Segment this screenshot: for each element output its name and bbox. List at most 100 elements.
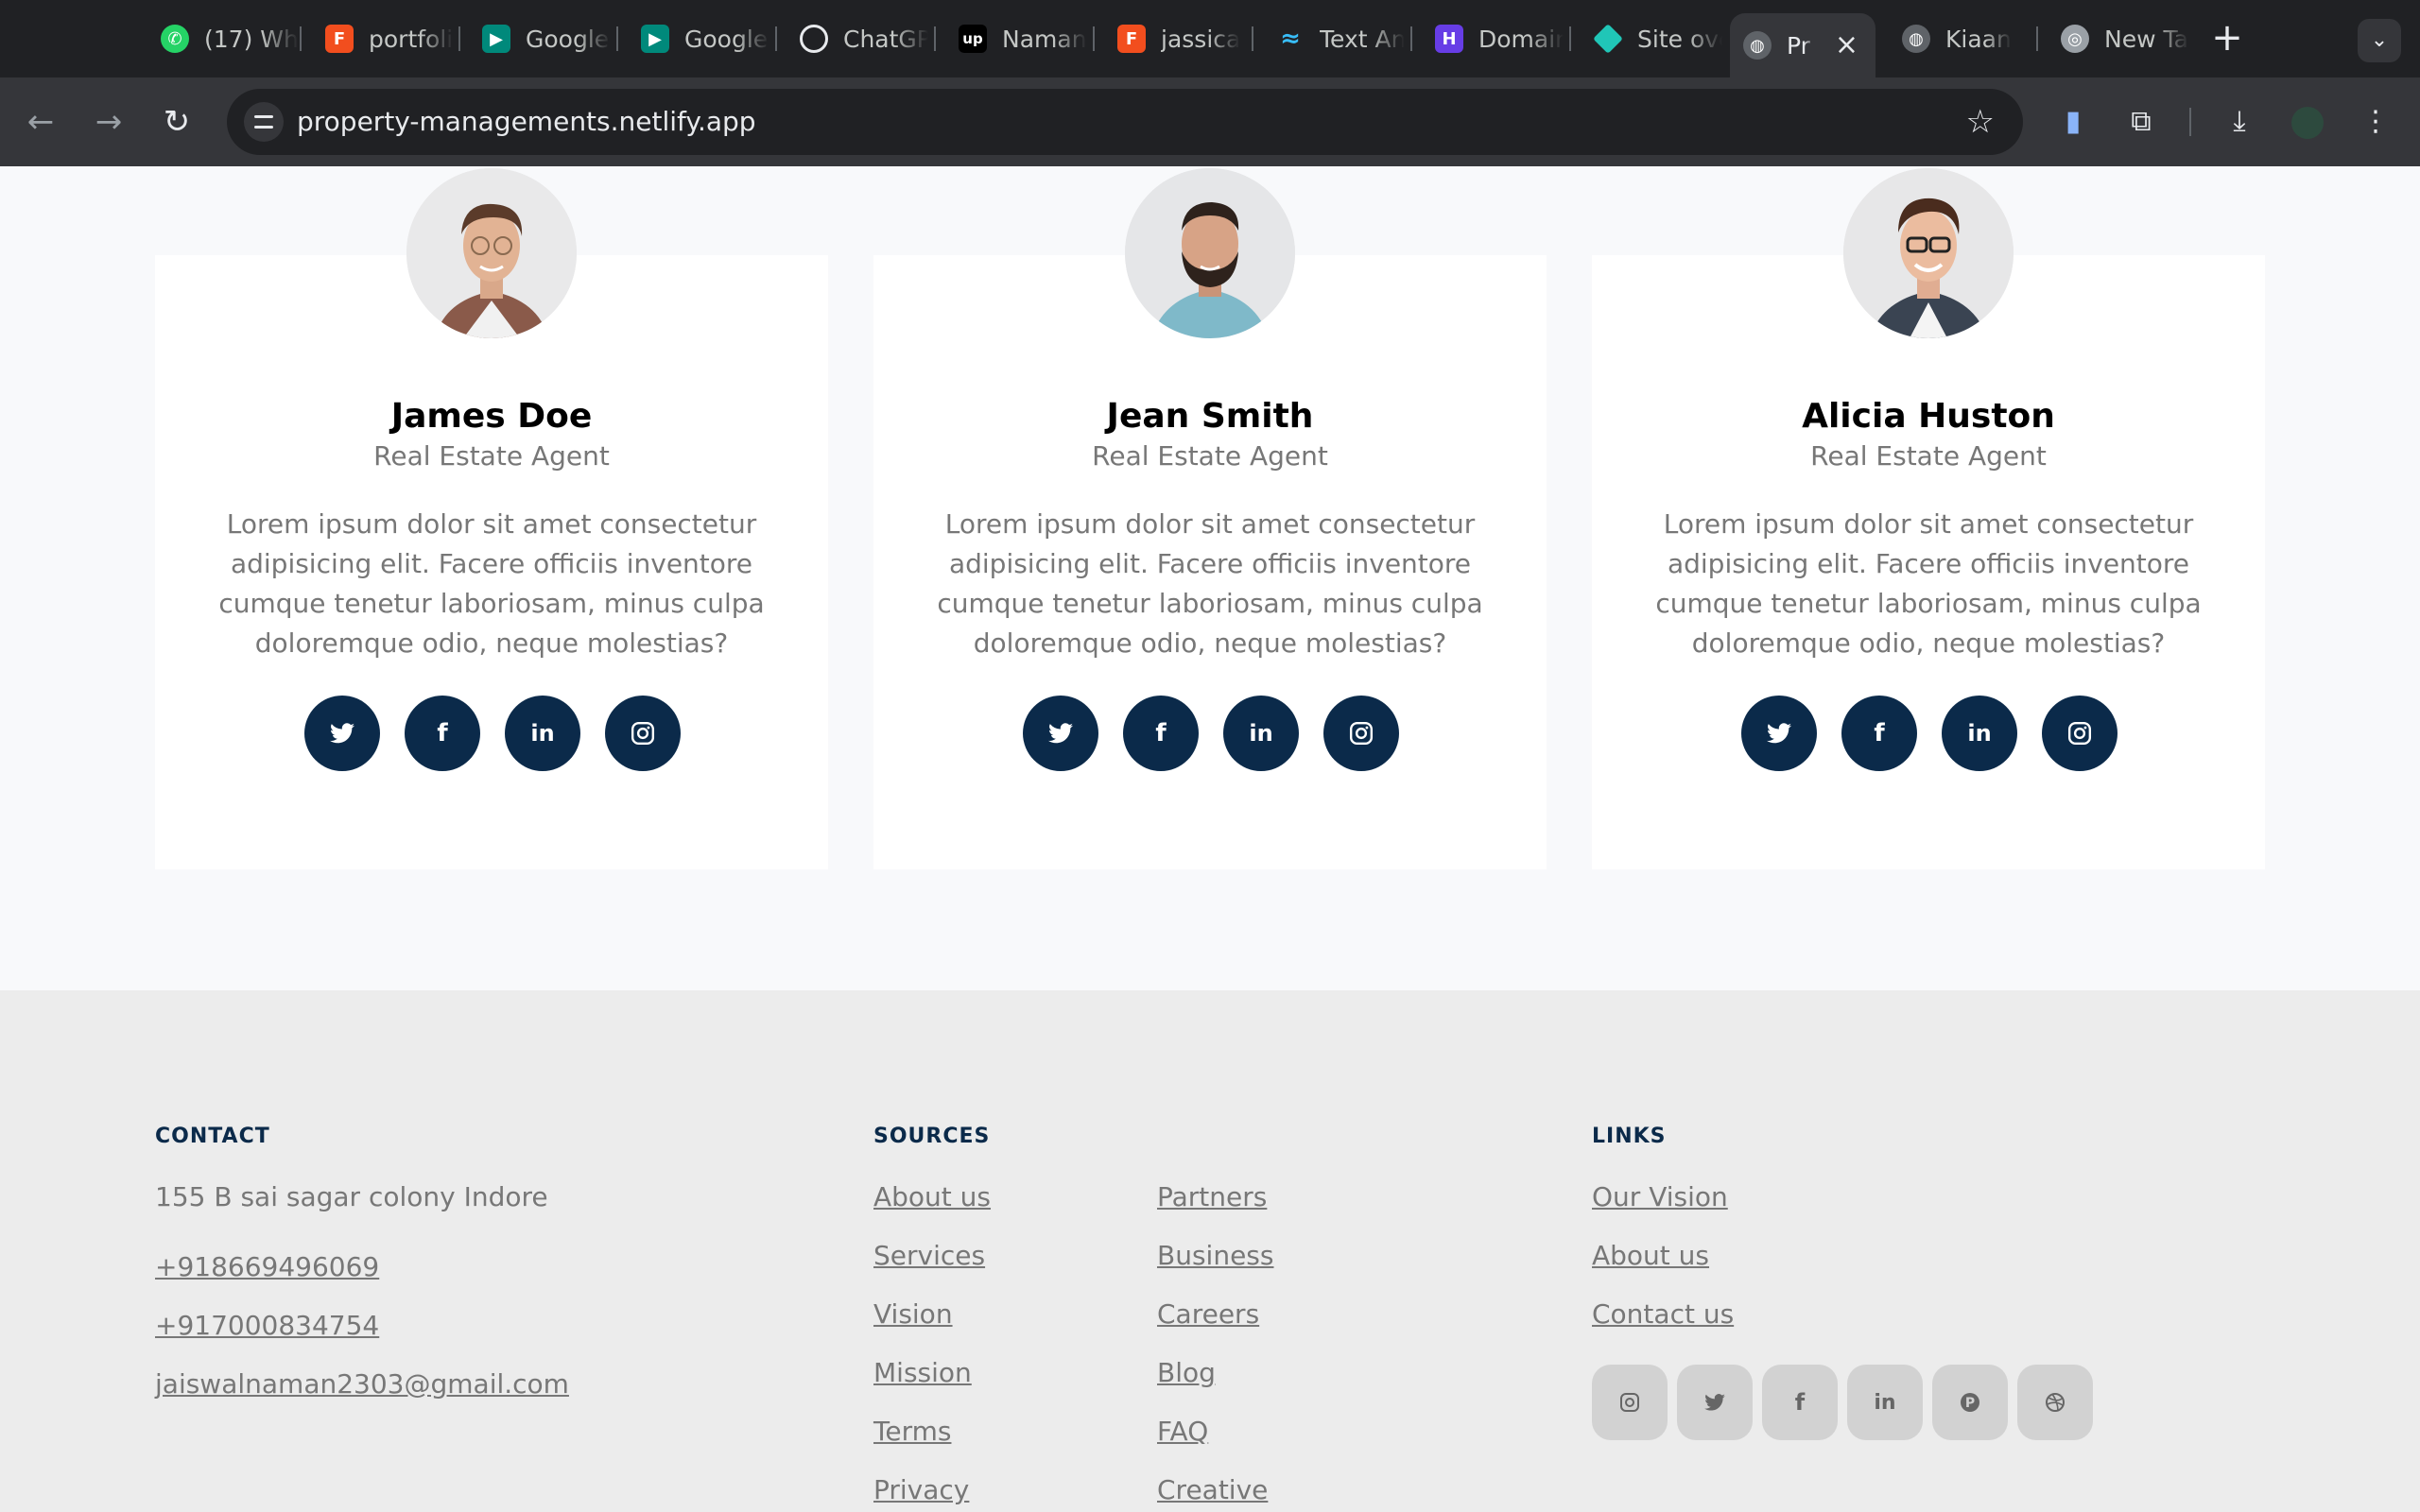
- profile-avatar-icon[interactable]: [2286, 100, 2329, 144]
- tab-jassica[interactable]: F jassica: [1104, 13, 1246, 64]
- footer-link-privacy[interactable]: Privacy: [873, 1474, 969, 1505]
- tab-label: portfolio: [369, 25, 454, 53]
- pinterest-icon[interactable]: P: [1932, 1365, 2008, 1440]
- tab-separator: [2036, 26, 2038, 51]
- site-settings-icon[interactable]: [244, 102, 284, 142]
- footer-link-our-vision[interactable]: Our Vision: [1592, 1181, 1728, 1212]
- browser-tab-strip: ✆ (17) WhatsApp F portfolio ▶ Google Mee…: [0, 0, 2420, 77]
- site-footer: CONTACT 155 B sai sagar colony Indore +9…: [0, 990, 2420, 1512]
- agent-bio: Lorem ipsum dolor sit amet consectetur a…: [1655, 508, 2202, 659]
- linkedin-icon[interactable]: in: [1847, 1365, 1923, 1440]
- tab-separator: [616, 26, 618, 51]
- tab-separator: [1410, 26, 1412, 51]
- figma-icon: F: [1117, 25, 1146, 53]
- tab-label: ChatGPT: [843, 25, 928, 53]
- footer-link-about-us-2[interactable]: About us: [1592, 1240, 1709, 1271]
- tab-separator: [1252, 26, 1253, 51]
- tab-portfolio[interactable]: F portfolio: [312, 13, 454, 64]
- facebook-icon[interactable]: f: [1123, 696, 1199, 771]
- footer-link-blog[interactable]: Blog: [1157, 1357, 1216, 1388]
- figma-icon: F: [325, 25, 354, 53]
- netlify-icon: [1593, 24, 1623, 54]
- close-tab-icon[interactable]: ×: [1835, 31, 1858, 60]
- new-tab-plus-icon[interactable]: +: [2208, 17, 2246, 59]
- footer-link-faq[interactable]: FAQ: [1157, 1416, 1208, 1447]
- extensions-puzzle-icon[interactable]: ⧉: [2119, 100, 2163, 144]
- footer-link-contact-us[interactable]: Contact us: [1592, 1298, 1734, 1330]
- twitter-icon[interactable]: [1677, 1365, 1753, 1440]
- browser-toolbar: ← → ↻ property-managements.netlify.app ☆…: [0, 77, 2420, 166]
- tab-domain[interactable]: H Domain: [1422, 13, 1564, 64]
- linkedin-icon[interactable]: in: [1942, 696, 2017, 771]
- reload-icon[interactable]: ↻: [155, 100, 199, 144]
- tab-site-overview[interactable]: Site overview: [1581, 13, 1722, 64]
- url-text[interactable]: property-managements.netlify.app: [297, 89, 756, 155]
- tab-label: (17) WhatsApp: [204, 25, 299, 53]
- tab-google-meet-1[interactable]: ▶ Google Meet: [469, 13, 611, 64]
- agent-card: Jean Smith Real Estate Agent Lorem ipsum…: [873, 168, 1547, 869]
- upwork-icon: up: [959, 25, 987, 53]
- tab-kiaan[interactable]: ◍ Kiaan: [1889, 13, 2031, 64]
- dribbble-icon[interactable]: [2017, 1365, 2093, 1440]
- tab-search-chevron-icon[interactable]: ⌄: [2358, 19, 2401, 62]
- globe-icon: ◍: [1743, 31, 1772, 60]
- chatgpt-icon: [800, 25, 828, 53]
- tab-separator: [458, 26, 460, 51]
- tab-label: Google Meet: [526, 25, 611, 53]
- linkedin-icon[interactable]: in: [1223, 696, 1299, 771]
- contact-phone-2-link[interactable]: +917000834754: [155, 1310, 379, 1341]
- footer-link-vision[interactable]: Vision: [873, 1298, 953, 1330]
- footer-link-business[interactable]: Business: [1157, 1240, 1273, 1271]
- facebook-icon[interactable]: f: [1762, 1365, 1838, 1440]
- download-icon[interactable]: ⤓: [2218, 100, 2261, 144]
- contact-address: 155 B sai sagar colony Indore: [155, 1181, 548, 1212]
- forward-arrow-icon[interactable]: →: [87, 100, 130, 144]
- address-bar[interactable]: property-managements.netlify.app ☆: [227, 89, 2023, 155]
- instagram-icon[interactable]: [605, 696, 681, 771]
- more-menu-icon[interactable]: ⋮: [2354, 100, 2397, 144]
- instagram-icon[interactable]: [2042, 696, 2118, 771]
- agent-card: James Doe Real Estate Agent Lorem ipsum …: [155, 168, 828, 869]
- agent-bio: Lorem ipsum dolor sit amet consectetur a…: [218, 508, 765, 659]
- linkedin-icon[interactable]: in: [505, 696, 580, 771]
- tab-upwork[interactable]: up Naman: [945, 13, 1087, 64]
- instagram-icon[interactable]: [1592, 1365, 1668, 1440]
- tab-separator: [934, 26, 936, 51]
- agent-social-links: f in: [304, 696, 683, 771]
- twitter-icon[interactable]: [1741, 696, 1817, 771]
- instagram-icon[interactable]: [1323, 696, 1399, 771]
- agent-name: Jean Smith: [1106, 397, 1314, 436]
- agent-role: Real Estate Agent: [1810, 440, 2047, 472]
- footer-link-partners[interactable]: Partners: [1157, 1181, 1267, 1212]
- agent-name: James Doe: [390, 397, 593, 436]
- back-arrow-icon[interactable]: ←: [19, 100, 62, 144]
- contact-email-link[interactable]: jaiswalnaman2303@gmail.com: [155, 1368, 569, 1400]
- tab-whatsapp[interactable]: ✆ (17) WhatsApp: [147, 13, 299, 64]
- tab-label: Domain: [1478, 25, 1564, 53]
- footer-link-terms[interactable]: Terms: [873, 1416, 951, 1447]
- facebook-icon[interactable]: f: [1841, 696, 1917, 771]
- footer-link-mission[interactable]: Mission: [873, 1357, 972, 1388]
- agent-social-links: f in: [1741, 696, 2119, 771]
- footer-link-about-us[interactable]: About us: [873, 1181, 991, 1212]
- twitter-icon[interactable]: [304, 696, 380, 771]
- tab-new-tab[interactable]: ◎ New Tab: [2048, 13, 2189, 64]
- tab-label: Kiaan: [1945, 25, 2012, 53]
- contact-phone-1-link[interactable]: +918669496069: [155, 1251, 379, 1282]
- tab-google-meet-2[interactable]: ▶ Google Meet: [628, 13, 769, 64]
- extension-clipboard-icon[interactable]: ▮: [2051, 100, 2095, 144]
- footer-sources-heading: SOURCES: [873, 1125, 991, 1148]
- twitter-icon[interactable]: [1023, 696, 1098, 771]
- footer-link-careers[interactable]: Careers: [1157, 1298, 1259, 1330]
- tab-separator: [775, 26, 777, 51]
- whatsapp-icon: ✆: [161, 25, 189, 53]
- footer-link-creative[interactable]: Creative: [1157, 1474, 1268, 1505]
- tab-label: New Tab: [2104, 25, 2189, 53]
- tailwind-icon: ≈: [1280, 25, 1301, 53]
- tab-chatgpt[interactable]: ChatGPT: [786, 13, 928, 64]
- footer-link-services[interactable]: Services: [873, 1240, 985, 1271]
- bookmark-star-icon[interactable]: ☆: [1966, 89, 1995, 155]
- tab-text-animation[interactable]: ≈ Text Animation: [1263, 13, 1405, 64]
- facebook-icon[interactable]: f: [405, 696, 480, 771]
- tab-property-management-active[interactable]: ◍ Pr ×: [1730, 13, 1876, 77]
